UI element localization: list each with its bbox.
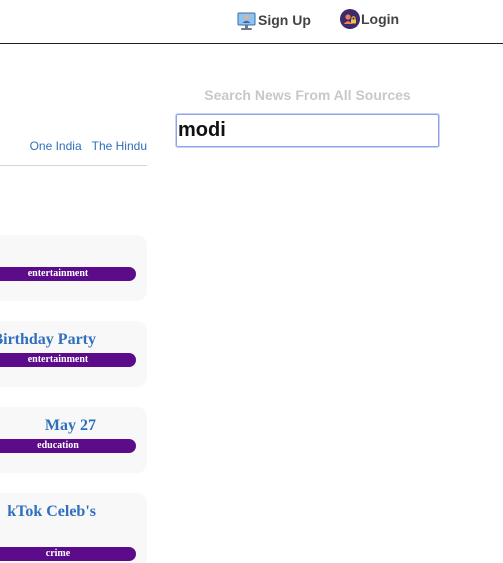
login-label: Login xyxy=(361,11,400,27)
category-tag: entertainment xyxy=(0,267,136,281)
top-nav-bar: Sign Up Login xyxy=(0,0,503,44)
news-card[interactable]: kTok Celeb's crime xyxy=(0,493,147,563)
news-card-title[interactable]: May 27 xyxy=(45,417,96,435)
category-tag: education xyxy=(0,439,136,453)
source-links: One India The Hindu xyxy=(0,139,147,153)
news-card-title[interactable]: kTok Celeb's xyxy=(7,503,96,521)
search-input[interactable] xyxy=(176,114,439,147)
login-link[interactable]: Login xyxy=(340,9,399,29)
signup-label: Sign Up xyxy=(258,12,311,28)
source-link-the-hindu[interactable]: The Hindu xyxy=(92,139,147,153)
news-card[interactable]: May 27 education xyxy=(0,407,147,473)
monitor-user-icon xyxy=(237,12,256,30)
lock-user-icon xyxy=(340,9,360,29)
category-tag: entertainment xyxy=(0,353,136,367)
category-tag: crime xyxy=(0,547,136,561)
source-link-one-india[interactable]: One India xyxy=(30,139,82,153)
sources-divider xyxy=(0,165,147,166)
signup-link[interactable]: Sign Up xyxy=(236,9,311,31)
search-title: Search News From All Sources xyxy=(204,87,411,103)
news-card-title[interactable]: Birthday Party xyxy=(0,331,96,349)
news-card[interactable]: Birthday Party entertainment xyxy=(0,321,147,387)
news-card[interactable]: entertainment xyxy=(0,235,147,301)
